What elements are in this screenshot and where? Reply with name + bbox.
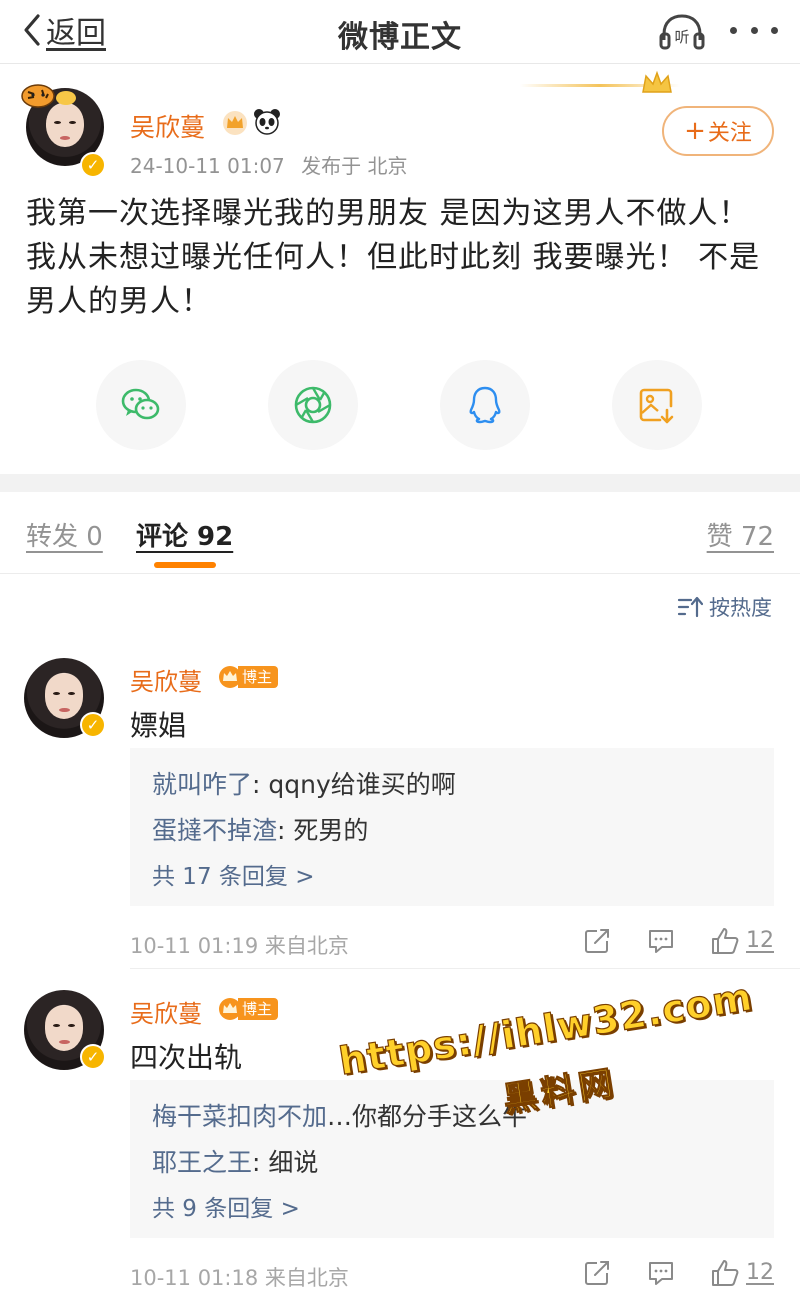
reply-text: : 细说 <box>252 1148 319 1177</box>
post-meta: 24-10-11 01:07 发布于 北京 <box>130 150 408 179</box>
share-icon <box>585 1261 609 1285</box>
sort-label: 按热度 <box>709 596 772 620</box>
reply-comment-button[interactable] <box>646 926 676 956</box>
like-comment-button[interactable] <box>710 1258 740 1288</box>
share-bar <box>0 360 800 450</box>
verified-badge-icon: ✓ <box>80 152 106 178</box>
reply-text: …你都分手这么牛 <box>327 1102 528 1131</box>
follow-label: 关注 <box>707 121 752 146</box>
comment-icon <box>649 930 673 953</box>
active-tab-indicator <box>154 562 216 568</box>
sort-by-hot-button[interactable]: 按热度 <box>677 592 772 622</box>
share-icon <box>585 929 609 953</box>
comment-footer: 10-11 01:18 来自北京 12 <box>130 1258 774 1294</box>
crown-decoration-icon <box>642 70 672 93</box>
save-image-icon <box>639 388 674 424</box>
headphones-icon: 听 <box>659 14 705 50</box>
tab-repost[interactable]: 转发 0 <box>26 516 103 553</box>
blogger-badge-label: 博主 <box>238 666 279 688</box>
reply-comment-button[interactable] <box>646 1258 676 1288</box>
reply-item: 梅干菜扣肉不加…你都分手这么牛 <box>152 1094 752 1140</box>
post-timestamp: 24-10-11 01:07 <box>130 154 285 178</box>
reply-author[interactable]: 蛋撻不掉渣 <box>152 816 277 845</box>
qq-icon <box>469 386 501 424</box>
share-wechat-button[interactable] <box>96 360 186 450</box>
reply-item: 就叫咋了: qqny给谁买的啊 <box>152 762 752 808</box>
verified-badge-icon: ✓ <box>80 712 106 738</box>
section-divider <box>0 474 800 492</box>
follow-button[interactable]: + 关注 <box>662 106 774 156</box>
comment-text: 四次出轨 <box>130 1041 243 1074</box>
view-all-replies-link[interactable]: 共 17 条回复 > <box>152 854 752 900</box>
share-comment-button[interactable] <box>582 926 612 956</box>
reply-item: 耶王之王: 细说 <box>152 1140 752 1186</box>
member-crown-icon <box>223 111 247 135</box>
reply-text: : 死男的 <box>277 816 369 845</box>
share-save-image-button[interactable] <box>612 360 702 450</box>
like-comment-button[interactable] <box>710 926 740 956</box>
moments-icon <box>294 386 332 424</box>
more-options-button[interactable] <box>730 16 778 44</box>
comment-time: 10-11 01:18 来自北京 <box>130 1266 349 1290</box>
reply-item: 蛋撻不掉渣: 死男的 <box>152 808 752 854</box>
tiger-avatar-frame-icon <box>21 84 76 108</box>
reply-author[interactable]: 梅干菜扣肉不加 <box>152 1102 327 1131</box>
plus-icon: + <box>684 116 706 146</box>
comment-item: ✓ 吴欣蔓 博主 四次出轨 梅干菜扣肉不加…你都分手这么牛 耶王之王: 细说 共… <box>0 990 800 1296</box>
sort-icon <box>677 596 703 618</box>
post-body: 我第一次选择曝光我的男朋友 是因为这男人不做人！ 我从未想过曝光任何人！但此时此… <box>26 196 761 319</box>
commenter-name[interactable]: 吴欣蔓 <box>130 994 202 1029</box>
comment-like-count: 12 <box>746 928 774 953</box>
reply-preview-box[interactable]: 梅干菜扣肉不加…你都分手这么牛 耶王之王: 细说 共 9 条回复 > <box>130 1080 774 1238</box>
wechat-icon <box>121 388 160 420</box>
comment-item: ✓ 吴欣蔓 博主 嫖娼 就叫咋了: qqny给谁买的啊 蛋撻不掉渣: 死男的 共… <box>0 658 800 968</box>
thumbs-up-icon <box>712 928 739 954</box>
author-name[interactable]: 吴欣蔓 <box>130 108 205 144</box>
blogger-badge: 博主 <box>218 996 279 1022</box>
view-all-replies-link[interactable]: 共 9 条回复 > <box>152 1186 752 1232</box>
more-dot-icon <box>750 26 758 34</box>
blogger-badge-label: 博主 <box>238 998 279 1020</box>
more-dot-icon <box>730 26 737 34</box>
verified-badge-icon: ✓ <box>80 1044 106 1070</box>
comment-icon <box>649 1262 673 1285</box>
post-card: ✓ 吴欣蔓 24-10-11 01:07 发布于 北京 + 关注 我第一次选择曝… <box>0 64 800 474</box>
comment-footer: 10-11 01:19 来自北京 12 <box>130 926 774 962</box>
share-comment-button[interactable] <box>582 1258 612 1288</box>
panda-icon <box>254 109 280 135</box>
share-moments-button[interactable] <box>268 360 358 450</box>
reply-text: : qqny给谁买的啊 <box>252 770 456 799</box>
more-dot-icon <box>771 26 778 34</box>
blogger-badge: 博主 <box>218 664 279 690</box>
comment-divider <box>130 968 800 969</box>
listen-icon-text: 听 <box>674 28 689 46</box>
listen-button[interactable]: 听 <box>658 12 706 52</box>
comment-like-count: 12 <box>746 1260 774 1285</box>
reply-preview-box[interactable]: 就叫咋了: qqny给谁买的啊 蛋撻不掉渣: 死男的 共 17 条回复 > <box>130 748 774 906</box>
reply-author[interactable]: 就叫咋了 <box>152 770 252 799</box>
top-nav-bar: 返回 微博正文 听 <box>0 0 800 64</box>
tab-comments[interactable]: 评论 92 <box>136 516 233 553</box>
comment-text: 嫖娼 <box>130 709 187 742</box>
thumbs-up-icon <box>712 1260 739 1286</box>
commenter-name[interactable]: 吴欣蔓 <box>130 662 202 697</box>
interaction-tabs: 转发 0 评论 92 赞 72 <box>0 492 800 574</box>
reply-author[interactable]: 耶王之王 <box>152 1148 252 1177</box>
share-qq-button[interactable] <box>440 360 530 450</box>
tab-likes[interactable]: 赞 72 <box>707 516 774 553</box>
comment-time: 10-11 01:19 来自北京 <box>130 934 349 958</box>
post-location: 发布于 北京 <box>301 154 408 178</box>
